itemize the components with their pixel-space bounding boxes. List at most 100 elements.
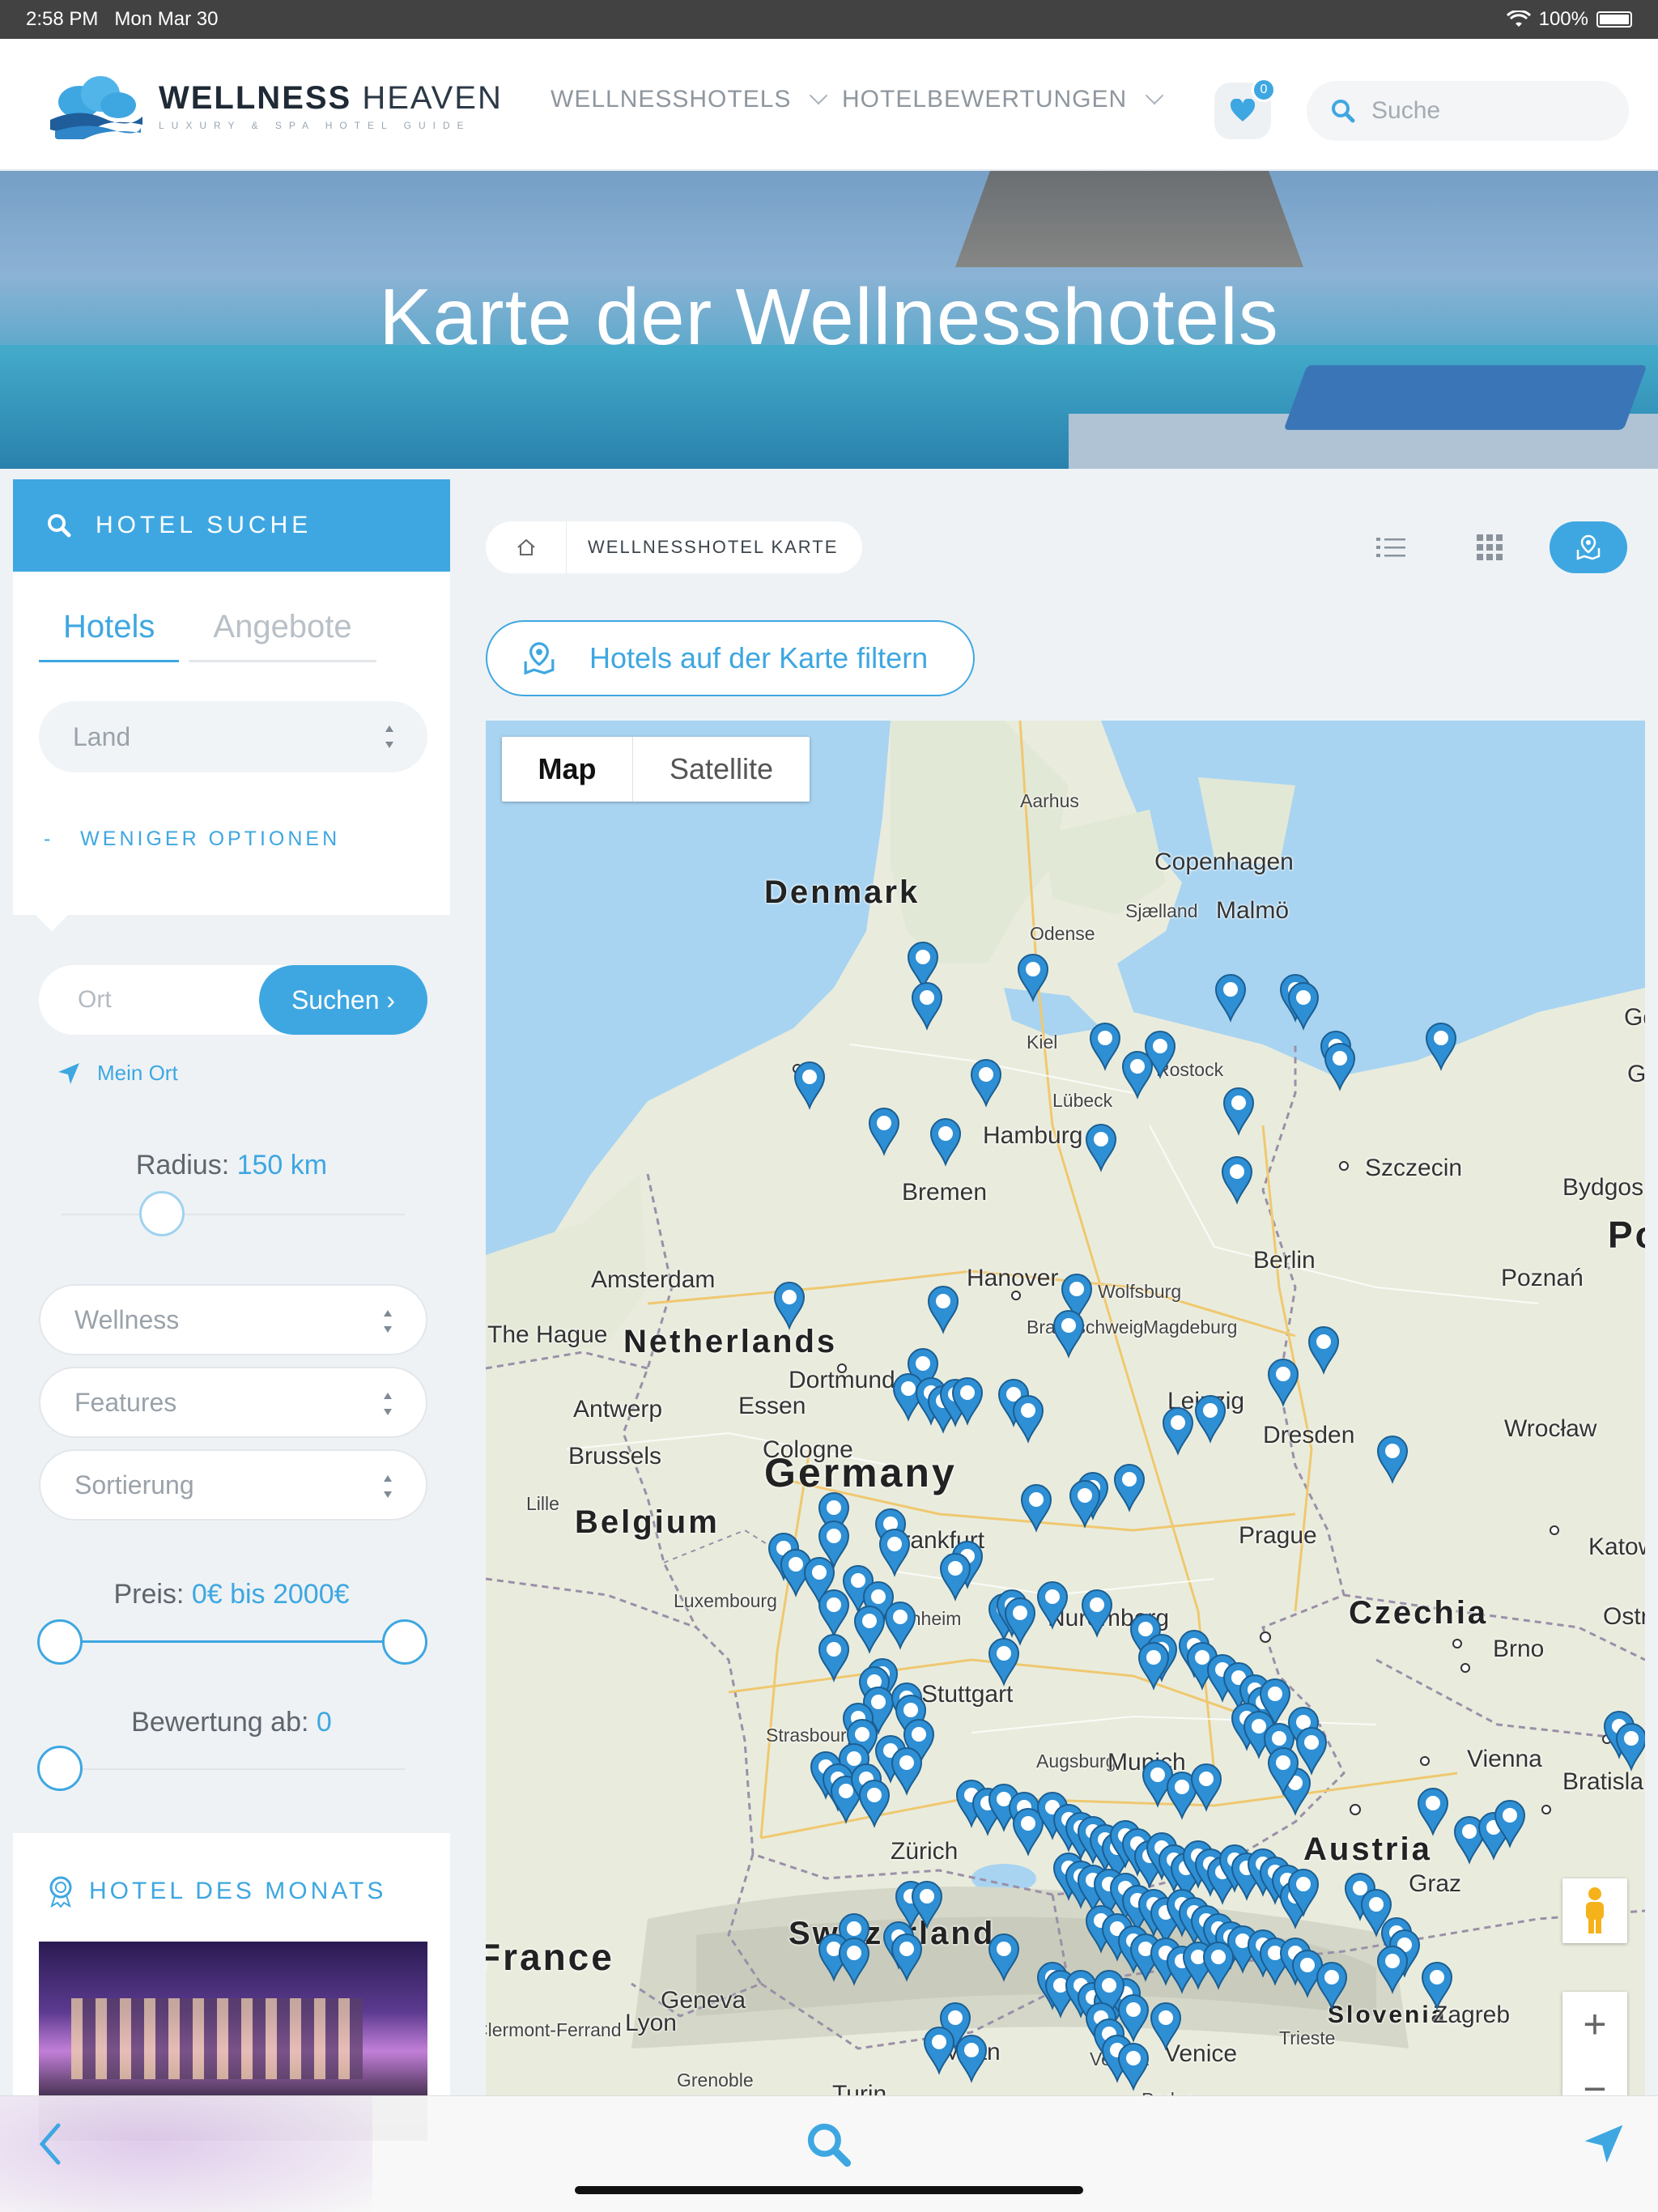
hotel-marker[interactable] <box>1150 2002 1182 2051</box>
hotel-marker[interactable] <box>1376 1946 1409 1994</box>
hotel-marker[interactable] <box>1214 974 1247 1023</box>
radius-slider-handle[interactable] <box>139 1191 185 1236</box>
less-options-toggle[interactable]: - WENIGER OPTIONEN <box>44 827 340 851</box>
features-select[interactable]: Features <box>39 1367 427 1438</box>
price-slider-track[interactable] <box>81 1640 384 1643</box>
hotel-of-month-label: HOTEL DES MONATS <box>89 1878 387 1904</box>
ort-input[interactable]: Ort Suchen › <box>39 965 427 1035</box>
hotel-marker[interactable] <box>891 1933 923 1982</box>
hotel-marker[interactable] <box>878 1529 911 1577</box>
hotel-marker[interactable] <box>1113 1464 1146 1512</box>
hotel-marker[interactable] <box>1421 1962 1453 2010</box>
toolbar-location-button[interactable] <box>1582 2122 1630 2171</box>
hotel-marker[interactable] <box>1194 1395 1226 1444</box>
street-view-pegman[interactable] <box>1562 1878 1627 1943</box>
zoom-in-button[interactable]: + <box>1562 1992 1627 2057</box>
nav-wellnesshotels[interactable]: WELLNESSHOTELS <box>551 86 828 113</box>
nav-hotelbewertungen[interactable]: HOTELBEWERTUNGEN <box>842 86 1164 113</box>
hotel-marker[interactable] <box>970 1059 1002 1108</box>
rating-slider-handle[interactable] <box>37 1746 83 1791</box>
hotel-marker[interactable] <box>884 1602 916 1650</box>
radius-slider-track[interactable] <box>62 1214 405 1215</box>
hotel-marker[interactable] <box>868 1108 900 1156</box>
hotel-marker[interactable] <box>1287 982 1320 1031</box>
hotel-marker[interactable] <box>1117 2043 1150 2091</box>
hotel-marker[interactable] <box>1376 1436 1409 1484</box>
map-type-satellite[interactable]: Satellite <box>633 737 810 802</box>
hotel-marker[interactable] <box>1089 1023 1121 1071</box>
hotel-marker[interactable] <box>1012 1395 1044 1444</box>
card-pointer <box>36 915 68 931</box>
toolbar-search-button[interactable] <box>806 2122 855 2171</box>
hotel-marker[interactable] <box>1202 1942 1235 1990</box>
search-submit-button[interactable]: Suchen › <box>259 965 427 1035</box>
hotel-marker[interactable] <box>911 982 943 1031</box>
hotel-marker[interactable] <box>1162 1407 1194 1456</box>
cloud-wave-logo-icon <box>50 76 142 139</box>
hotel-marker[interactable] <box>1137 1642 1170 1691</box>
zoom-out-button[interactable]: − <box>1562 2057 1627 2095</box>
hotel-marker[interactable] <box>929 1118 962 1167</box>
map-type-map[interactable]: Map <box>502 737 633 802</box>
hotel-marker[interactable] <box>1267 1359 1299 1407</box>
hotel-marker[interactable] <box>1121 1051 1154 1100</box>
hotel-marker[interactable] <box>858 1780 891 1828</box>
hotel-marker[interactable] <box>1020 1484 1052 1533</box>
hotel-marker[interactable] <box>1004 1597 1036 1646</box>
price-min-handle[interactable] <box>37 1619 83 1665</box>
hotel-marker[interactable] <box>1295 1727 1328 1776</box>
my-location-link[interactable]: Mein Ort <box>57 1061 178 1086</box>
hotel-marker[interactable] <box>1012 1808 1044 1857</box>
back-button[interactable] <box>37 2122 78 2171</box>
hotel-marker[interactable] <box>1222 1087 1255 1136</box>
hotel-marker[interactable] <box>1081 1589 1113 1638</box>
hotel-marker[interactable] <box>818 1634 850 1682</box>
hotel-map[interactable]: Denmark Netherlands Belgium Germany Czec… <box>486 721 1645 2095</box>
hotel-marker[interactable] <box>1085 1124 1117 1172</box>
hotel-search-header: HOTEL SUCHE <box>13 479 450 572</box>
hotel-marker[interactable] <box>853 1606 886 1654</box>
hotel-marker[interactable] <box>939 1553 971 1602</box>
filter-map-button[interactable]: Hotels auf der Karte filtern <box>486 620 975 696</box>
hotel-marker[interactable] <box>988 1638 1020 1687</box>
hotel-marker[interactable] <box>1221 1156 1253 1205</box>
hotel-marker[interactable] <box>923 2027 955 2075</box>
hotel-marker[interactable] <box>838 1938 870 1986</box>
hotel-marker[interactable] <box>927 1286 959 1334</box>
list-view-button[interactable] <box>1352 521 1430 573</box>
rating-slider-track[interactable] <box>81 1768 405 1770</box>
hotel-marker[interactable] <box>1425 1023 1457 1071</box>
hotel-marker[interactable] <box>1417 1788 1449 1836</box>
hotel-marker[interactable] <box>1036 1581 1069 1630</box>
tab-angebote[interactable]: Angebote <box>189 609 376 662</box>
map-view-button[interactable] <box>1550 521 1627 573</box>
header-search-input[interactable]: Suche <box>1307 81 1629 141</box>
select-arrows-icon <box>385 725 393 748</box>
hotel-marker[interactable] <box>1017 954 1049 1002</box>
hotel-marker[interactable] <box>1190 1763 1222 1812</box>
hotel-marker[interactable] <box>1615 1723 1645 1772</box>
hotel-marker[interactable] <box>793 1061 826 1110</box>
hotel-marker[interactable] <box>955 2035 988 2083</box>
breadcrumb-home[interactable] <box>486 521 567 573</box>
tab-hotels[interactable]: Hotels <box>39 609 180 662</box>
hotel-marker[interactable] <box>911 1881 943 1929</box>
hotel-marker[interactable] <box>818 1589 850 1638</box>
sortierung-select[interactable]: Sortierung <box>39 1449 427 1521</box>
land-select[interactable]: Land <box>39 701 427 772</box>
hotel-marker[interactable] <box>907 942 939 990</box>
hotel-marker[interactable] <box>1324 1043 1356 1091</box>
hotel-marker[interactable] <box>988 1933 1020 1982</box>
hotel-marker[interactable] <box>1052 1310 1085 1359</box>
hotel-marker[interactable] <box>1316 1962 1348 2010</box>
price-max-handle[interactable] <box>382 1619 427 1665</box>
hotel-marker[interactable] <box>1307 1326 1340 1375</box>
hotel-marker[interactable] <box>1069 1480 1101 1529</box>
hotel-marker[interactable] <box>891 1747 923 1796</box>
grid-view-button[interactable] <box>1451 521 1528 573</box>
hotel-marker[interactable] <box>773 1282 806 1330</box>
chevron-down-icon <box>810 86 828 105</box>
site-logo[interactable]: WELLNESS HEAVEN LUXURY & SPA HOTEL GUIDE <box>47 71 503 139</box>
wellness-select[interactable]: Wellness <box>39 1284 427 1355</box>
favorites-button[interactable]: 0 <box>1214 78 1276 139</box>
